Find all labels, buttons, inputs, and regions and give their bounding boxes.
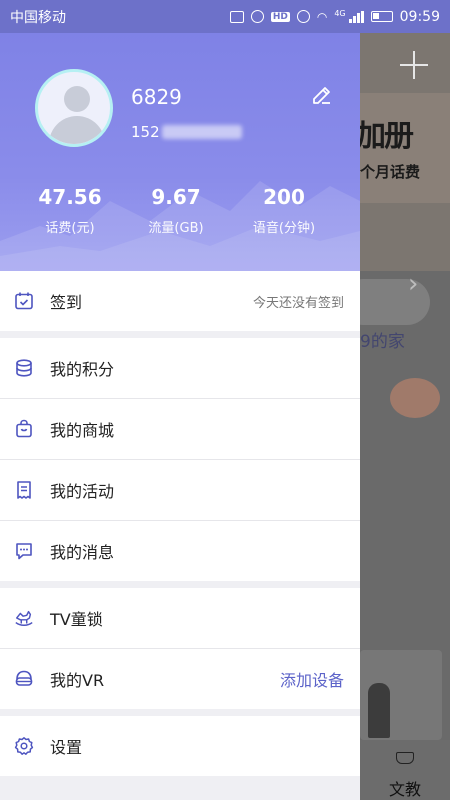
avatar-head	[64, 86, 90, 112]
phone-masked	[161, 125, 242, 139]
coins-icon	[14, 358, 34, 378]
phone-number: 152	[131, 123, 242, 141]
hd-icon: HD	[270, 11, 290, 22]
background-banner: 加册 个月话费	[360, 33, 450, 271]
edit-icon[interactable]	[310, 83, 334, 107]
menu-label: 我的活动	[50, 482, 115, 501]
vibrate-icon	[229, 10, 244, 23]
stat-value: 200	[263, 185, 305, 209]
chat-bubble-icon	[14, 541, 34, 561]
stat-label: 话费(元)	[45, 221, 95, 236]
menu-settings[interactable]: 设置	[0, 716, 360, 776]
stat-label: 语音(分钟)	[252, 221, 316, 236]
stat-balance[interactable]: 47.56 话费(元)	[20, 185, 120, 236]
status-icons: HD ◠ 4G 09:59	[229, 8, 440, 25]
stat-voice[interactable]: 200 语音(分钟)	[234, 185, 334, 236]
promo-subtitle: 个月话费	[360, 163, 421, 181]
add-device-link[interactable]: 添加设备	[280, 667, 344, 691]
menu-activities[interactable]: 我的活动	[0, 460, 360, 520]
battery-icon	[370, 11, 393, 22]
menu-messages[interactable]: 我的消息	[0, 521, 360, 581]
background-pill[interactable]	[360, 279, 430, 325]
graduation-cap-icon	[396, 752, 414, 764]
clock: 09:59	[399, 8, 440, 25]
menu-tv-lock[interactable]: TV童锁	[0, 588, 360, 648]
stat-data[interactable]: 9.67 流量(GB)	[126, 185, 226, 236]
menu-label: 签到	[50, 293, 83, 312]
receipt-icon	[14, 480, 34, 500]
tab-education[interactable]: 文教	[360, 740, 450, 800]
side-drawer: 6829 152 47.56 话费(元) 9.67 流量(GB) 200 语音(…	[0, 33, 360, 800]
menu-points[interactable]: 我的积分	[0, 338, 360, 398]
tab-label: 文教	[388, 780, 421, 799]
menu-label: 我的商城	[50, 421, 115, 440]
menu-label: 设置	[50, 738, 83, 757]
menu-label: 我的VR	[50, 671, 105, 690]
home-link[interactable]: 9的家	[360, 327, 405, 352]
rocking-horse-icon	[14, 608, 34, 628]
promo-title: 加册	[360, 119, 414, 154]
network-type: 4G	[334, 8, 346, 18]
chevron-right-icon[interactable]: ›	[408, 269, 418, 299]
menu-checkin[interactable]: 签到 今天还没有签到	[0, 271, 360, 331]
menu-label: 我的积分	[50, 360, 115, 379]
menu-label: 我的消息	[50, 543, 115, 562]
phone-prefix: 152	[131, 123, 160, 141]
menu-mall[interactable]: 我的商城	[0, 399, 360, 459]
profile-header: 6829 152 47.56 话费(元) 9.67 流量(GB) 200 语音(…	[0, 33, 360, 271]
vr-headset-icon	[14, 669, 34, 689]
add-icon[interactable]	[400, 51, 428, 79]
menu-label: TV童锁	[50, 610, 103, 629]
stat-value: 47.56	[38, 185, 102, 209]
alarm-icon	[250, 10, 264, 23]
checkin-status: 今天还没有签到	[252, 295, 344, 311]
avatar-body	[49, 116, 105, 144]
avatar[interactable]	[35, 69, 113, 147]
username: 6829	[131, 85, 182, 109]
gear-icon	[14, 736, 34, 756]
menu-vr[interactable]: 我的VR 添加设备	[0, 649, 360, 709]
stat-label: 流量(GB)	[148, 221, 204, 236]
wifi-icon: ◠	[316, 9, 328, 24]
eye-icon	[296, 10, 310, 23]
shopping-bag-icon	[14, 419, 34, 439]
status-bar: 中国移动 HD ◠ 4G 09:59	[0, 0, 450, 33]
promo-badge[interactable]	[390, 378, 440, 418]
background-app[interactable]: 加册 个月话费 › 9的家 文教	[360, 33, 450, 800]
person-image	[368, 683, 390, 738]
signal-icon	[348, 10, 364, 23]
carrier-name: 中国移动	[10, 9, 66, 26]
stat-value: 9.67	[151, 185, 201, 209]
calendar-check-icon	[14, 291, 34, 311]
